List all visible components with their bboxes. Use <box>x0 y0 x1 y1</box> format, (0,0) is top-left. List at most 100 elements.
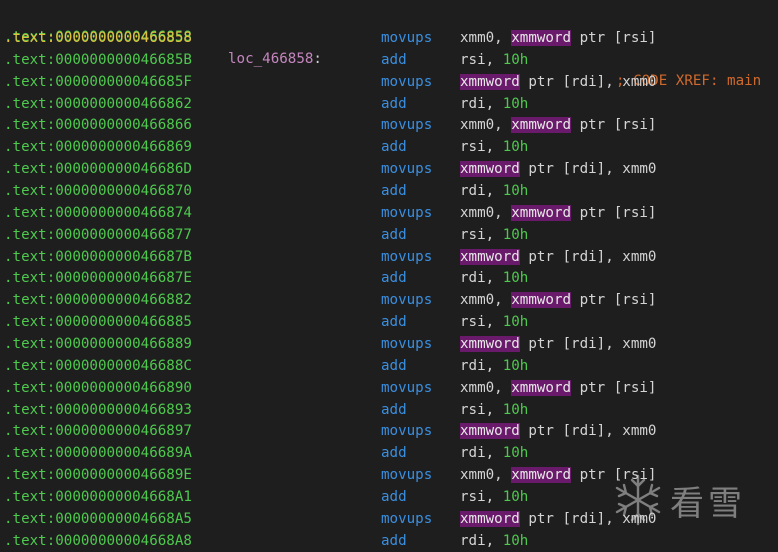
instruction-line[interactable]: .text:000000000046686D movups xmmword ptr … <box>0 158 778 180</box>
address[interactable]: .text:0000000000466858 <box>4 27 192 49</box>
instruction-line[interactable]: .text:0000000000466866 movups xmm0, xmmwor… <box>0 114 778 136</box>
operand-prefix[interactable]: rdi, <box>460 270 503 286</box>
operands[interactable]: xmmword ptr [rdi], xmm0 <box>460 246 656 268</box>
operand-suffix[interactable]: ptr [rdi], xmm0 <box>520 336 656 352</box>
address[interactable]: .text:0000000000466889 <box>4 333 192 355</box>
operand-suffix[interactable]: ptr [rdi], xmm0 <box>520 74 656 90</box>
operands[interactable]: rsi, 10h <box>460 49 528 71</box>
operands[interactable]: rsi, 10h <box>460 224 528 246</box>
instruction-line[interactable]: .text:000000000046687B movups xmmword ptr … <box>0 246 778 268</box>
operand-highlighted[interactable]: xmmword <box>460 161 520 178</box>
operand-immediate[interactable]: 10h <box>503 358 529 374</box>
mnemonic[interactable]: add <box>381 49 407 71</box>
address[interactable]: .text:00000000004668A8 <box>4 530 192 552</box>
operands[interactable]: xmmword ptr [rdi], xmm0 <box>460 71 656 93</box>
address[interactable]: .text:0000000000466890 <box>4 377 192 399</box>
operand-highlighted[interactable]: xmmword <box>511 117 572 134</box>
instruction-line[interactable]: .text:0000000000466897 movups xmmword ptr … <box>0 420 778 442</box>
operands[interactable]: xmmword ptr [rdi], xmm0 <box>460 420 656 442</box>
mnemonic[interactable]: movups <box>381 420 432 442</box>
address[interactable]: .text:0000000000466870 <box>4 180 192 202</box>
address[interactable]: .text:000000000046687B <box>4 246 192 268</box>
operand-suffix[interactable]: ptr [rdi], xmm0 <box>520 161 656 177</box>
operand-prefix[interactable]: rsi, <box>460 489 503 505</box>
operand-prefix[interactable]: xmm0, <box>460 467 511 483</box>
operand-prefix[interactable]: xmm0, <box>460 380 511 396</box>
mnemonic[interactable]: movups <box>381 289 432 311</box>
mnemonic[interactable]: add <box>381 224 407 246</box>
mnemonic[interactable]: movups <box>381 114 432 136</box>
operands[interactable]: xmm0, xmmword ptr [rsi] <box>460 27 656 49</box>
operand-suffix[interactable]: ptr [rsi] <box>571 30 657 46</box>
address[interactable]: .text:000000000046688C <box>4 355 192 377</box>
operand-immediate[interactable]: 10h <box>503 139 529 155</box>
operands[interactable]: xmm0, xmmword ptr [rsi] <box>460 202 656 224</box>
address[interactable]: .text:000000000046685F <box>4 71 192 93</box>
operands[interactable]: rdi, 10h <box>460 530 528 552</box>
operands[interactable]: xmmword ptr [rdi], xmm0 <box>460 333 656 355</box>
operand-immediate[interactable]: 10h <box>503 402 529 418</box>
operand-highlighted[interactable]: xmmword <box>460 73 520 90</box>
mnemonic[interactable]: movups <box>381 27 432 49</box>
operand-prefix[interactable]: rsi, <box>460 52 503 68</box>
operand-suffix[interactable]: ptr [rsi] <box>571 117 657 133</box>
operand-prefix[interactable]: rdi, <box>460 533 503 549</box>
instruction-line[interactable]: .text:0000000000466890 movups xmm0, xmmwor… <box>0 377 778 399</box>
operand-prefix[interactable]: rdi, <box>460 96 503 112</box>
instruction-line[interactable]: .text:000000000046688C add rdi, 10h <box>0 355 778 377</box>
operands[interactable]: rsi, 10h <box>460 311 528 333</box>
operands[interactable]: xmmword ptr [rdi], xmm0 <box>460 158 656 180</box>
instruction-line[interactable]: .text:000000000046689A add rdi, 10h <box>0 442 778 464</box>
operand-immediate[interactable]: 10h <box>503 96 529 112</box>
operand-prefix[interactable]: rdi, <box>460 445 503 461</box>
instruction-line[interactable]: .text:000000000046685B add rsi, 10h <box>0 49 778 71</box>
operand-immediate[interactable]: 10h <box>503 533 529 549</box>
operand-immediate[interactable]: 10h <box>503 270 529 286</box>
mnemonic[interactable]: movups <box>381 246 432 268</box>
mnemonic[interactable]: add <box>381 530 407 552</box>
operand-prefix[interactable]: rsi, <box>460 227 503 243</box>
operand-prefix[interactable]: rdi, <box>460 358 503 374</box>
address[interactable]: .text:000000000046686D <box>4 158 192 180</box>
operand-prefix[interactable]: rsi, <box>460 139 503 155</box>
instruction-line[interactable]: .text:00000000004668A8 add rdi, 10h <box>0 530 778 552</box>
address[interactable]: .text:0000000000466897 <box>4 420 192 442</box>
operand-prefix[interactable]: rsi, <box>460 402 503 418</box>
operand-highlighted[interactable]: xmmword <box>511 292 572 309</box>
operand-immediate[interactable]: 10h <box>503 489 529 505</box>
disassembly-listing[interactable]: .text:0000000000466858 loc_466858: ; COD… <box>0 0 778 551</box>
address[interactable]: .text:00000000004668A5 <box>4 508 192 530</box>
instruction-line[interactable]: .text:000000000046685F movups xmmword ptr … <box>0 71 778 93</box>
instruction-line[interactable]: .text:000000000046687E add rdi, 10h <box>0 267 778 289</box>
address[interactable]: .text:000000000046687E <box>4 267 192 289</box>
mnemonic[interactable]: add <box>381 355 407 377</box>
operand-prefix[interactable]: xmm0, <box>460 292 511 308</box>
operand-suffix[interactable]: ptr [rdi], xmm0 <box>520 249 656 265</box>
instruction-line[interactable]: .text:0000000000466893 add rsi, 10h <box>0 399 778 421</box>
operand-highlighted[interactable]: xmmword <box>511 30 572 46</box>
operands[interactable]: rdi, 10h <box>460 267 528 289</box>
mnemonic[interactable]: add <box>381 93 407 115</box>
operand-prefix[interactable]: xmm0, <box>460 30 511 46</box>
mnemonic[interactable]: movups <box>381 202 432 224</box>
mnemonic[interactable]: add <box>381 267 407 289</box>
operand-highlighted[interactable]: xmmword <box>460 510 520 527</box>
address[interactable]: .text:00000000004668A1 <box>4 486 192 508</box>
operands[interactable]: rsi, 10h <box>460 399 528 421</box>
operand-immediate[interactable]: 10h <box>503 227 529 243</box>
operands[interactable]: rsi, 10h <box>460 486 528 508</box>
operand-prefix[interactable]: rsi, <box>460 314 503 330</box>
instruction-line[interactable]: .text:0000000000466889 movups xmmword ptr … <box>0 333 778 355</box>
operand-highlighted[interactable]: xmmword <box>511 467 572 483</box>
mnemonic[interactable]: movups <box>381 333 432 355</box>
operands[interactable]: rdi, 10h <box>460 93 528 115</box>
address[interactable]: .text:0000000000466862 <box>4 93 192 115</box>
mnemonic[interactable]: add <box>381 442 407 464</box>
operand-immediate[interactable]: 10h <box>503 314 529 330</box>
operand-highlighted[interactable]: xmmword <box>460 248 520 265</box>
instruction-line[interactable]: .text:0000000000466869 add rsi, 10h <box>0 136 778 158</box>
operand-suffix[interactable]: ptr [rdi], xmm0 <box>520 423 656 439</box>
address[interactable]: .text:0000000000466885 <box>4 311 192 333</box>
operands[interactable]: rdi, 10h <box>460 442 528 464</box>
address[interactable]: .text:0000000000466877 <box>4 224 192 246</box>
